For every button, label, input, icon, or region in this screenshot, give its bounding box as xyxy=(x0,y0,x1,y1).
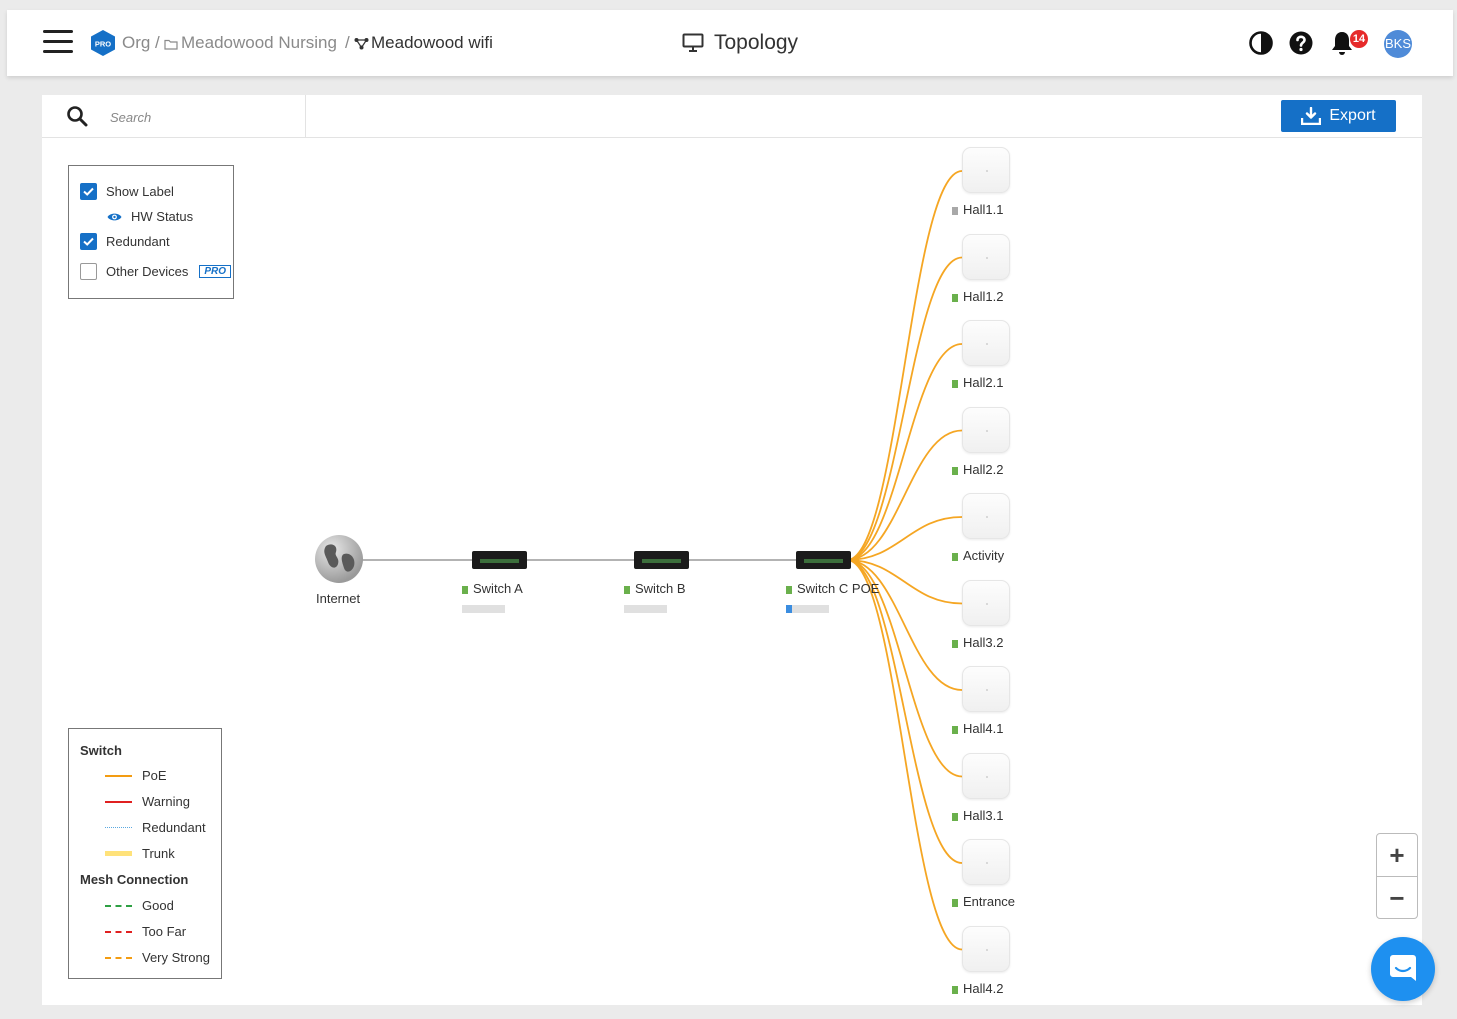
access-point-icon[interactable] xyxy=(962,406,1010,453)
access-point-label: Hall2.1 xyxy=(952,375,1003,390)
access-point-label: Hall1.1 xyxy=(952,202,1003,217)
access-point-label: Hall4.2 xyxy=(952,981,1003,996)
notification-badge: 14 xyxy=(1350,30,1368,48)
status-indicator xyxy=(952,466,958,475)
status-indicator xyxy=(786,586,792,594)
port-usage-bar xyxy=(462,605,505,613)
network-icon xyxy=(354,38,369,50)
top-bar: PRO Org / Meadowood Nursing / Meadowood … xyxy=(7,10,1453,76)
access-point-label: Entrance xyxy=(952,894,1015,909)
access-point-name: Hall3.2 xyxy=(963,634,1004,650)
internet-globe-icon[interactable] xyxy=(314,534,364,584)
access-point-name: Hall3.1 xyxy=(963,807,1004,823)
access-point-label: Hall1.2 xyxy=(952,289,1003,304)
pro-logo-icon: PRO xyxy=(91,30,115,56)
breadcrumb-site[interactable]: Meadowood Nursing xyxy=(181,33,337,53)
access-point-name: Hall2.1 xyxy=(963,375,1004,390)
access-point-name: Activity xyxy=(963,548,1005,563)
switch-name: Switch C POE xyxy=(797,581,880,596)
topology-panel: Export Show Label HW Status Redundant Ot… xyxy=(42,95,1422,1005)
status-indicator xyxy=(952,985,958,994)
switch-name: Switch A xyxy=(473,581,523,596)
poe-link xyxy=(846,256,963,561)
poe-link xyxy=(846,559,963,864)
pro-logo-text: PRO xyxy=(95,40,111,49)
breadcrumb-network: Meadowood wifi xyxy=(371,33,493,52)
access-point-icon[interactable] xyxy=(962,925,1010,972)
access-point-name: Hall4.2 xyxy=(963,980,1004,996)
zoom-controls: + − xyxy=(1376,833,1418,919)
zoom-in-button[interactable]: + xyxy=(1377,834,1417,876)
port-usage-fill xyxy=(786,605,792,613)
port-usage-bar xyxy=(624,605,667,613)
access-point-name: Hall4.1 xyxy=(963,721,1004,736)
menu-icon[interactable] xyxy=(43,30,73,54)
poe-link xyxy=(846,559,963,951)
access-point-icon[interactable] xyxy=(962,839,1010,885)
status-indicator xyxy=(624,586,630,594)
switch-label: Switch A xyxy=(462,581,523,596)
status-indicator xyxy=(952,639,958,648)
access-point-name: Hall1.1 xyxy=(963,202,1004,217)
access-point-name: Hall1.2 xyxy=(963,288,1004,304)
chat-icon xyxy=(1390,955,1416,981)
access-point-icon[interactable] xyxy=(962,233,1010,280)
folder-icon xyxy=(164,39,178,50)
port-usage-bar xyxy=(786,605,829,613)
access-point-icon[interactable] xyxy=(962,579,1010,626)
monitor-icon xyxy=(682,33,704,52)
status-indicator xyxy=(952,553,958,561)
chat-button[interactable] xyxy=(1371,937,1435,1001)
access-point-icon[interactable] xyxy=(962,493,1010,539)
switch-label: Switch B xyxy=(624,581,686,596)
status-indicator xyxy=(952,293,958,302)
access-point-label: Activity xyxy=(952,548,1004,563)
access-point-label: Hall3.2 xyxy=(952,635,1003,650)
access-point-icon[interactable] xyxy=(962,752,1010,799)
access-point-label: Hall3.1 xyxy=(952,808,1003,823)
access-point-name: Hall2.2 xyxy=(963,461,1004,477)
topology-links xyxy=(362,170,963,951)
poe-link xyxy=(846,170,963,561)
access-point-icon[interactable] xyxy=(962,320,1010,366)
breadcrumb-separator: / xyxy=(345,33,350,52)
page-title: Topology xyxy=(682,29,798,57)
access-point-icon[interactable] xyxy=(962,666,1010,712)
access-point-name: Entrance xyxy=(963,894,1016,909)
poe-link xyxy=(846,516,963,561)
status-indicator xyxy=(952,380,958,388)
switch-icon[interactable] xyxy=(796,551,851,569)
status-indicator xyxy=(952,812,958,821)
status-indicator xyxy=(952,899,958,907)
status-indicator xyxy=(952,726,958,734)
access-point-icon[interactable] xyxy=(962,147,1010,193)
status-indicator xyxy=(952,207,958,215)
status-indicator xyxy=(462,586,468,594)
switch-name: Switch B xyxy=(635,581,686,596)
switch-icon[interactable] xyxy=(634,551,689,569)
access-point-label: Hall4.1 xyxy=(952,721,1003,736)
help-icon[interactable] xyxy=(1287,29,1315,57)
poe-link xyxy=(846,343,963,561)
zoom-out-button[interactable]: − xyxy=(1377,877,1417,919)
avatar[interactable]: BKS xyxy=(1384,30,1412,58)
internet-label: Internet xyxy=(316,591,361,606)
contrast-icon[interactable] xyxy=(1247,29,1275,57)
switch-icon[interactable] xyxy=(472,551,527,569)
page-title-text: Topology xyxy=(714,31,799,54)
access-point-label: Hall2.2 xyxy=(952,462,1003,477)
switch-label: Switch C POE xyxy=(786,581,879,596)
breadcrumb-org[interactable]: Org / xyxy=(122,33,160,53)
